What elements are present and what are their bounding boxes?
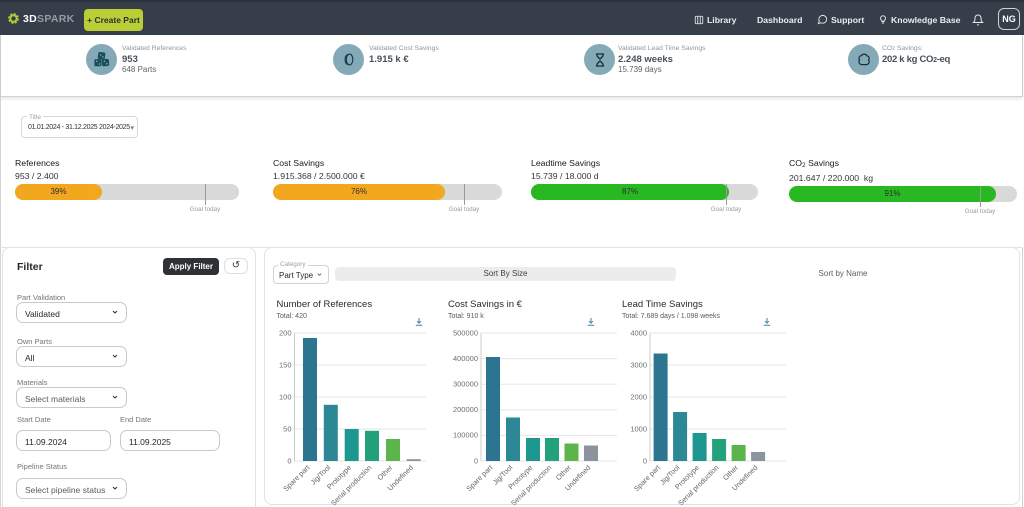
svg-text:Total: 7.689 days / 1.098 week: Total: 7.689 days / 1.098 weeks — [622, 313, 721, 320]
svg-text:200: 200 — [279, 328, 292, 337]
svg-text:500000: 500000 — [453, 328, 478, 337]
svg-text:Total: 420: Total: 420 — [277, 313, 307, 320]
svg-text:100000: 100000 — [453, 431, 478, 440]
svg-text:4000: 4000 — [630, 328, 647, 337]
svg-text:0: 0 — [643, 456, 647, 465]
svg-text:400000: 400000 — [453, 354, 478, 363]
svg-text:Spare part: Spare part — [632, 463, 662, 493]
svg-text:Total: 910 k: Total: 910 k — [448, 313, 484, 320]
svg-text:100: 100 — [279, 392, 292, 401]
svg-text:150: 150 — [279, 360, 292, 369]
svg-text:200000: 200000 — [453, 405, 478, 414]
svg-text:0: 0 — [287, 456, 291, 465]
svg-text:50: 50 — [283, 424, 291, 433]
svg-text:Number of References: Number of References — [277, 299, 373, 310]
svg-text:Spare part: Spare part — [281, 463, 311, 493]
svg-text:Lead Time Savings: Lead Time Savings — [622, 299, 703, 310]
svg-text:0: 0 — [474, 456, 478, 465]
svg-text:3000: 3000 — [630, 360, 647, 369]
svg-text:2000: 2000 — [630, 392, 647, 401]
svg-text:Spare part: Spare part — [464, 463, 494, 493]
svg-text:1000: 1000 — [630, 424, 647, 433]
svg-text:Cost Savings in €: Cost Savings in € — [448, 299, 523, 310]
svg-text:300000: 300000 — [453, 380, 478, 389]
